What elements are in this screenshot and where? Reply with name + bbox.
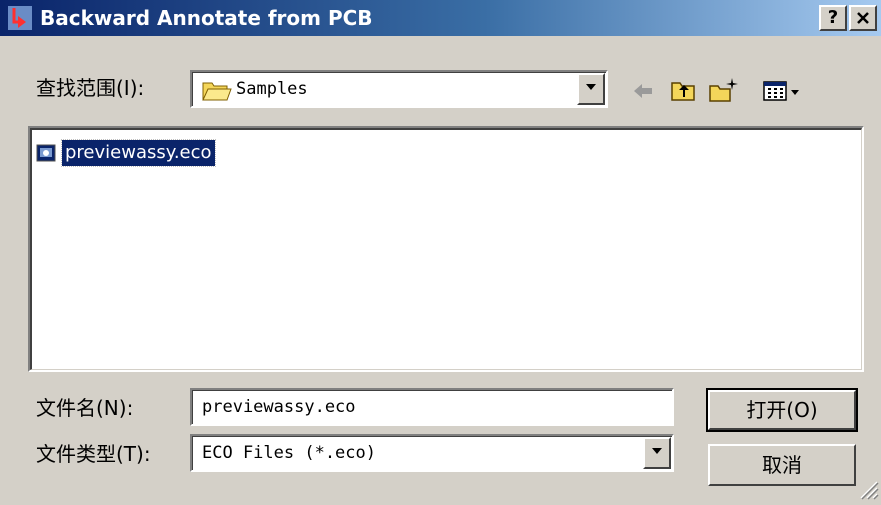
lookin-combo[interactable]: Samples <box>190 70 608 108</box>
up-folder-button[interactable] <box>668 76 700 104</box>
lookin-value: Samples <box>236 79 308 99</box>
back-arrow-icon <box>634 84 652 98</box>
new-folder-button[interactable] <box>708 76 740 104</box>
new-folder-icon <box>709 78 738 102</box>
filetype-select[interactable]: ECO Files (*.eco) <box>190 434 674 472</box>
app-icon <box>8 6 32 30</box>
filetype-dropdown-button[interactable] <box>643 437 671 469</box>
file-name: previewassy.eco <box>61 139 216 167</box>
lookin-dropdown-button[interactable] <box>577 73 605 105</box>
help-button[interactable]: ? <box>819 5 847 31</box>
filetype-value: ECO Files (*.eco) <box>202 443 376 463</box>
filetype-label: 文件类型(T): <box>36 442 151 466</box>
window-title: Backward Annotate from PCB <box>40 6 373 30</box>
resize-grip[interactable] <box>857 478 879 500</box>
filename-value: previewassy.eco <box>202 397 356 417</box>
open-button[interactable]: 打开(O) <box>706 388 858 432</box>
filename-input[interactable]: previewassy.eco <box>190 388 674 426</box>
close-button[interactable] <box>849 5 877 31</box>
view-menu-icon <box>763 81 799 101</box>
resize-grip-icon <box>860 481 879 500</box>
folder-icon <box>202 82 232 101</box>
close-icon <box>857 12 869 24</box>
back-button[interactable] <box>628 76 660 104</box>
eco-file-icon <box>36 144 56 162</box>
cancel-button[interactable]: 取消 <box>708 444 856 486</box>
chevron-down-icon <box>586 84 596 90</box>
chevron-down-icon <box>652 448 662 454</box>
lookin-label: 查找范围(I): <box>36 76 145 100</box>
view-menu-button[interactable] <box>762 76 802 104</box>
up-folder-icon <box>671 82 695 101</box>
filename-label: 文件名(N): <box>36 396 134 420</box>
